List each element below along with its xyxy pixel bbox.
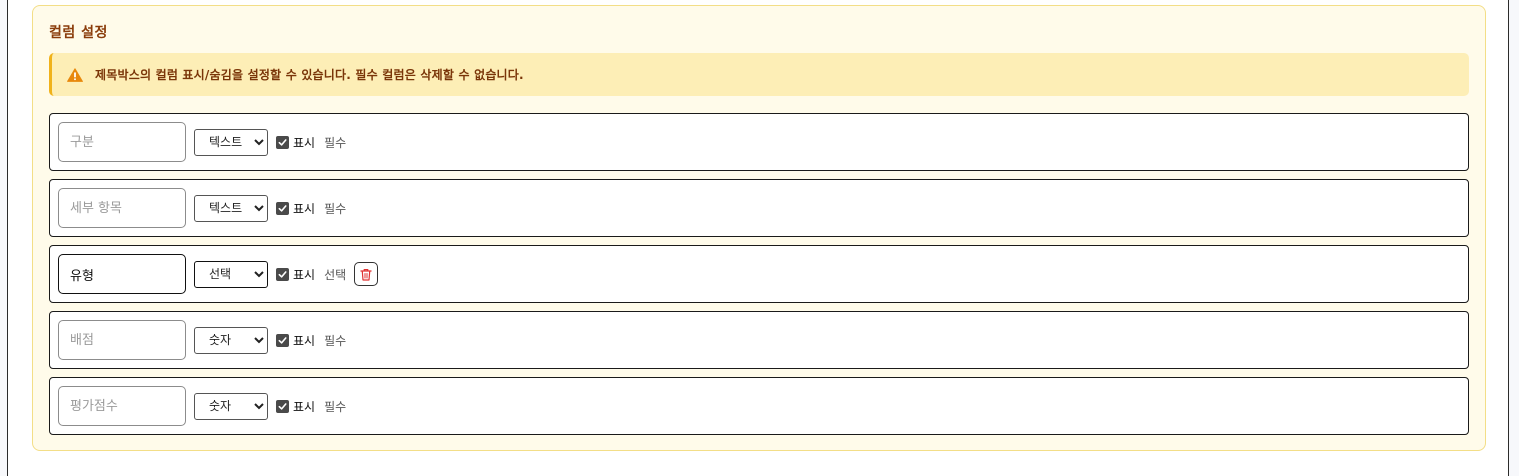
visible-checkbox[interactable]: 표시 (276, 266, 315, 283)
column-name-input[interactable] (58, 386, 186, 426)
column-type-select[interactable]: 텍스트 (194, 128, 268, 156)
visible-checkbox[interactable]: 표시 (276, 134, 315, 151)
check-icon[interactable] (276, 201, 289, 215)
check-icon[interactable] (276, 399, 289, 413)
column-row: 텍스트 표시 필수 (49, 179, 1469, 237)
visible-checkbox[interactable]: 표시 (276, 332, 315, 349)
column-row: 숫자 표시 필수 (49, 377, 1469, 435)
visible-label: 표시 (293, 135, 316, 150)
column-settings-panel: 컬럼 설정 제목박스의 컬럼 표시/숨김을 설정할 수 있습니다. 필수 컬럼은… (32, 5, 1486, 451)
requirement-label: 필수 (324, 135, 347, 150)
column-row: 숫자 표시 필수 (49, 311, 1469, 369)
column-row: 선택 표시 선택 (49, 245, 1469, 303)
visible-label: 표시 (293, 201, 316, 216)
column-name-input[interactable] (58, 320, 186, 360)
requirement-label: 필수 (324, 201, 347, 216)
column-row: 텍스트 표시 필수 (49, 113, 1469, 171)
column-type-select[interactable]: 텍스트 (194, 194, 268, 222)
check-icon[interactable] (276, 267, 289, 281)
requirement-label: 선택 (324, 267, 347, 282)
warning-icon (67, 67, 83, 82)
column-list: 텍스트 표시 필수 텍스트 (49, 113, 1469, 443)
visible-label: 표시 (293, 399, 316, 414)
requirement-label: 필수 (324, 333, 347, 348)
notice-banner: 제목박스의 컬럼 표시/숨김을 설정할 수 있습니다. 필수 컬럼은 삭제할 수… (49, 53, 1469, 96)
page-frame: 컬럼 설정 제목박스의 컬럼 표시/숨김을 설정할 수 있습니다. 필수 컬럼은… (7, 0, 1509, 476)
visible-checkbox[interactable]: 표시 (276, 200, 315, 217)
column-name-input[interactable] (58, 254, 186, 294)
check-icon[interactable] (276, 333, 289, 347)
column-type-select[interactable]: 선택 (194, 260, 268, 288)
column-type-select[interactable]: 숫자 (194, 326, 268, 354)
requirement-label: 필수 (324, 399, 347, 414)
column-name-input[interactable] (58, 122, 186, 162)
trash-icon (360, 268, 372, 281)
visible-label: 표시 (293, 333, 316, 348)
panel-title: 컬럼 설정 (49, 25, 108, 41)
check-icon[interactable] (276, 135, 289, 149)
notice-text: 제목박스의 컬럼 표시/숨김을 설정할 수 있습니다. 필수 컬럼은 삭제할 수… (95, 68, 524, 82)
column-name-input[interactable] (58, 188, 186, 228)
delete-column-button[interactable] (354, 262, 379, 286)
visible-label: 표시 (293, 267, 316, 282)
visible-checkbox[interactable]: 표시 (276, 398, 315, 415)
column-type-select[interactable]: 숫자 (194, 392, 268, 420)
